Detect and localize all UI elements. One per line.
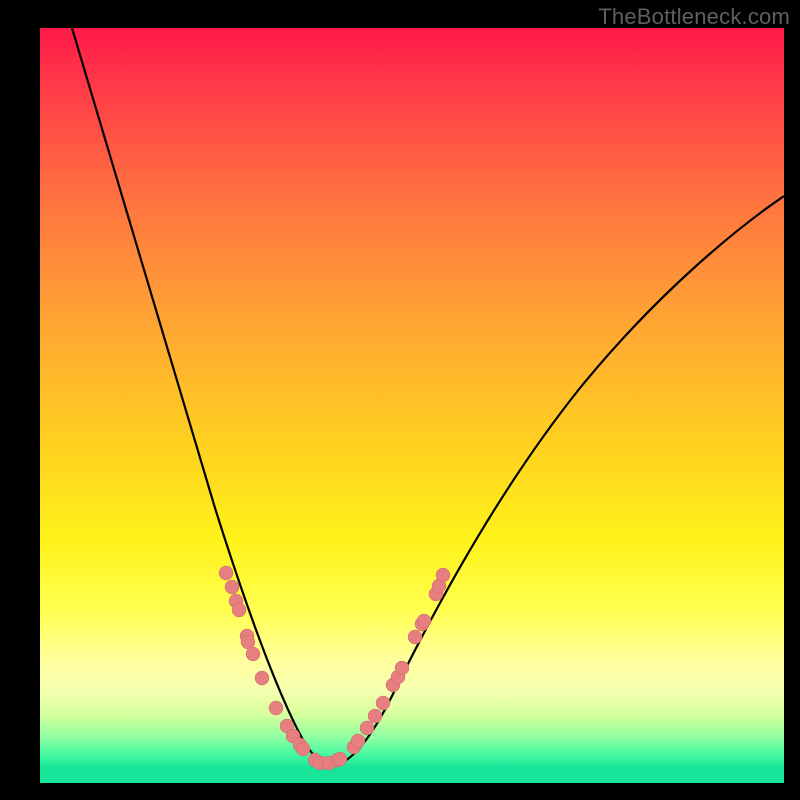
scatter-dot — [395, 661, 409, 675]
scatter-dot — [246, 647, 260, 661]
scatter-dot — [219, 566, 233, 580]
scatter-dot — [376, 696, 390, 710]
chart-svg — [40, 28, 784, 783]
plot-area — [40, 28, 784, 783]
scatter-dot — [368, 709, 382, 723]
scatter-dot — [417, 614, 431, 628]
scatter-dot — [351, 734, 365, 748]
chart-canvas: TheBottleneck.com — [0, 0, 800, 800]
scatter-group — [219, 566, 450, 770]
scatter-dot — [255, 671, 269, 685]
scatter-dot — [225, 580, 239, 594]
watermark-text: TheBottleneck.com — [598, 4, 790, 30]
scatter-dot — [408, 630, 422, 644]
scatter-dot — [360, 721, 374, 735]
scatter-dot — [296, 742, 310, 756]
scatter-dot — [333, 752, 347, 766]
bottleneck-curve — [72, 28, 784, 765]
scatter-dot — [269, 701, 283, 715]
scatter-dot — [232, 603, 246, 617]
scatter-dot — [436, 568, 450, 582]
